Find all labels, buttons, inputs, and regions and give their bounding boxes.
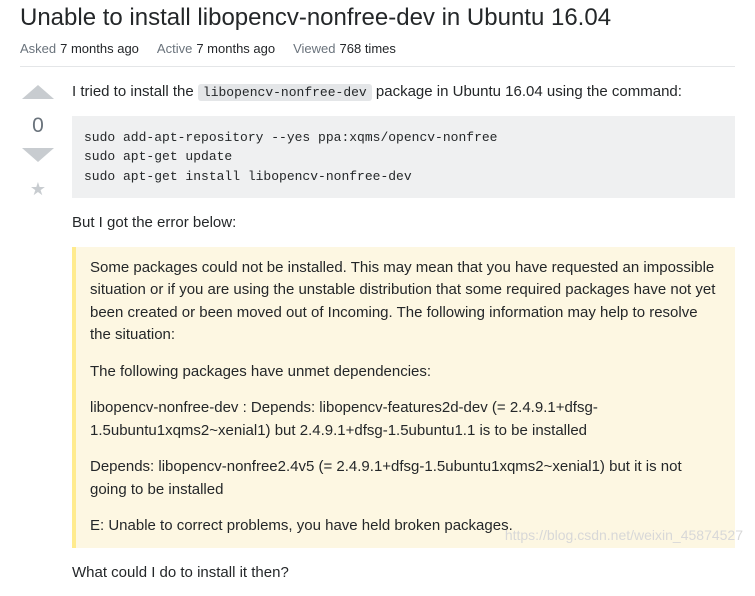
intro-paragraph: I tried to install the libopencv-nonfree… — [72, 81, 735, 104]
quote-line-1: Some packages could not be installed. Th… — [90, 257, 721, 347]
active-label: Active — [157, 41, 192, 56]
quote-line-5: E: Unable to correct problems, you have … — [90, 515, 721, 538]
favorite-star-icon[interactable]: ★ — [30, 179, 46, 200]
asked-value: 7 months ago — [60, 41, 139, 56]
error-blockquote: Some packages could not be installed. Th… — [72, 247, 735, 548]
question-title: Unable to install libopencv-nonfree-dev … — [20, 2, 735, 33]
asked-meta: Asked 7 months ago — [20, 41, 139, 56]
intro-suffix: package in Ubuntu 16.04 using the comman… — [372, 83, 682, 100]
quote-line-3: libopencv-nonfree-dev : Depends: libopen… — [90, 397, 721, 442]
viewed-value: 768 times — [340, 41, 396, 56]
quote-line-4: Depends: libopencv-nonfree2.4v5 (= 2.4.9… — [90, 456, 721, 501]
question-meta: Asked 7 months ago Active 7 months ago V… — [20, 41, 735, 67]
viewed-label: Viewed — [293, 41, 335, 56]
upvote-button[interactable] — [20, 81, 56, 106]
command-code-block: sudo add-apt-repository --yes ppa:xqms/o… — [72, 116, 735, 199]
closing-question: What could I do to install it then? — [72, 562, 735, 585]
quote-line-2: The following packages have unmet depend… — [90, 361, 721, 384]
active-meta: Active 7 months ago — [157, 41, 275, 56]
viewed-meta: Viewed 768 times — [293, 41, 396, 56]
post-body: I tried to install the libopencv-nonfree… — [72, 81, 735, 596]
active-value: 7 months ago — [196, 41, 275, 56]
asked-label: Asked — [20, 41, 56, 56]
inline-code-package: libopencv-nonfree-dev — [198, 84, 372, 101]
error-intro-paragraph: But I got the error below: — [72, 212, 735, 235]
vote-column: 0 ★ — [20, 81, 56, 596]
vote-count: 0 — [32, 114, 44, 138]
downvote-button[interactable] — [20, 146, 56, 171]
intro-prefix: I tried to install the — [72, 83, 198, 100]
